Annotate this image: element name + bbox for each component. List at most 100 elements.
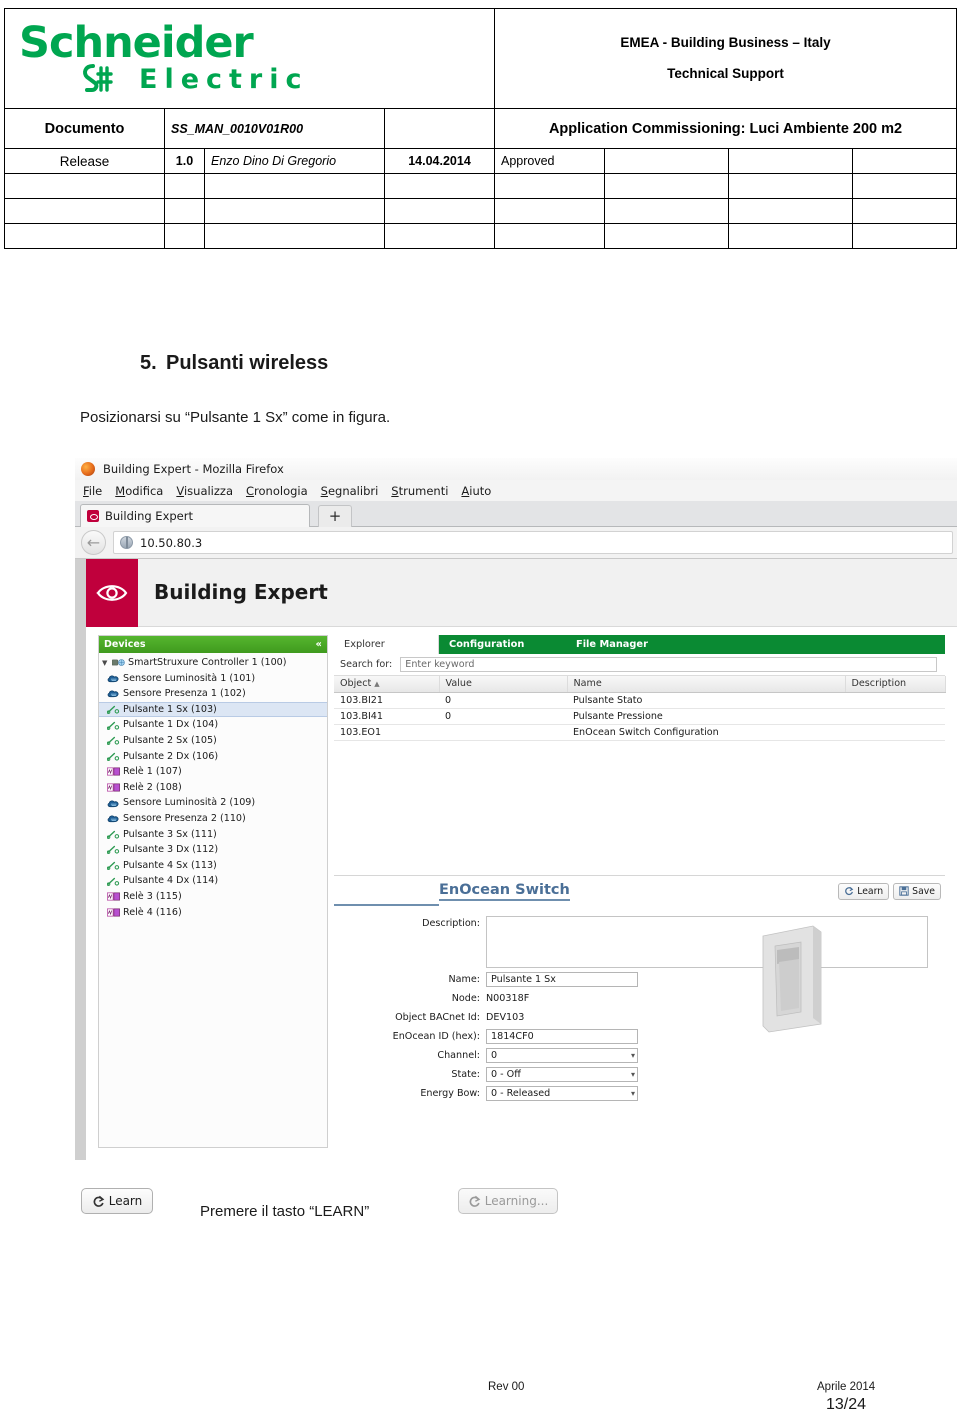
- switch-icon: [107, 830, 120, 839]
- form-row-energy-bow: Energy Bow: 0 - Released ▾: [334, 1085, 945, 1101]
- name-input[interactable]: Pulsante 1 Sx: [486, 971, 638, 987]
- enocean-title-row: EnOcean Switch Learn Save: [334, 882, 945, 908]
- header-blank-cell: [4, 223, 165, 249]
- address-bar-value: 10.50.80.3: [140, 535, 203, 550]
- tab-favicon-icon: [87, 510, 99, 522]
- menu-cronologia[interactable]: Cronologia: [246, 484, 308, 498]
- learning-button-callout: Learning...: [458, 1188, 558, 1214]
- menu-strumenti[interactable]: Strumenti: [391, 484, 448, 498]
- tree-item-label: Sensore Luminosità 2 (109): [123, 797, 256, 809]
- menu-segnalibri[interactable]: Segnalibri: [321, 484, 379, 498]
- firefox-menu-bar[interactable]: File Modifica Visualizza Cronologia Segn…: [75, 480, 957, 501]
- object-grid-row[interactable]: 103.EO1 EnOcean Switch Configuration: [334, 724, 945, 741]
- label-channel: Channel:: [437, 1049, 480, 1061]
- devices-tree-list: ▼ SmartStruxure Controller 1 (100) Sensore…: [99, 653, 327, 920]
- tree-item-label: Pulsante 4 Dx (114): [123, 875, 219, 887]
- tree-item-label: Relè 4 (116): [123, 906, 182, 918]
- cell-name: Pulsante Stato: [567, 692, 845, 709]
- menu-visualizza[interactable]: Visualizza: [176, 484, 233, 498]
- save-icon: [899, 886, 909, 896]
- channel-select[interactable]: 0 ▾: [486, 1047, 638, 1063]
- learn-button-callout[interactable]: Learn: [81, 1188, 153, 1214]
- tab-explorer[interactable]: Explorer: [334, 635, 439, 654]
- browser-tab-label: Building Expert: [105, 509, 193, 523]
- cell-object: 103.BI41: [334, 708, 439, 725]
- tree-item-9[interactable]: Relè 2 (108): [99, 780, 327, 796]
- header-blank-cell: [604, 223, 729, 249]
- tree-item-1[interactable]: ▼ SmartStruxure Controller 1 (100): [99, 655, 327, 671]
- tree-item-4[interactable]: Pulsante 1 Sx (103): [99, 701, 327, 718]
- tree-item-6[interactable]: Pulsante 2 Sx (105): [99, 733, 327, 749]
- tree-item-label: Relè 1 (107): [123, 766, 182, 778]
- new-tab-button[interactable]: +: [318, 505, 352, 527]
- object-grid-row[interactable]: 103.BI41 0 Pulsante Pressione: [334, 708, 945, 725]
- object-bacnet-id-value: DEV103: [486, 1011, 525, 1023]
- tree-item-12[interactable]: Pulsante 3 Sx (111): [99, 827, 327, 843]
- cell-value: [439, 724, 567, 741]
- form-row-enocean-id: EnOcean ID (hex): 1814CF0: [334, 1028, 945, 1044]
- description-textarea[interactable]: [486, 915, 928, 968]
- tree-item-3[interactable]: Sensore Presenza 1 (102): [99, 686, 327, 702]
- search-input[interactable]: Enter keyword: [400, 657, 937, 672]
- schneider-s-mark-icon: [83, 63, 113, 92]
- tree-item-label: Sensore Presenza 2 (110): [123, 812, 246, 824]
- section-heading: 5. Pulsanti wireless: [140, 352, 328, 375]
- footer-page-number: 13/24: [826, 1396, 867, 1413]
- column-header-object[interactable]: Object ▲: [334, 676, 440, 693]
- refresh-icon: [845, 886, 854, 896]
- enocean-action-buttons: Learn Save: [838, 882, 941, 900]
- node-value: N00318F: [486, 992, 530, 1004]
- logo-text-schneider: Schneider: [19, 17, 254, 68]
- sort-ascending-icon: ▲: [374, 680, 380, 689]
- tree-item-8[interactable]: Relè 1 (107): [99, 764, 327, 780]
- switch-icon: [107, 705, 120, 715]
- object-grid-body: 103.BI21 0 Pulsante Stato 103.BI41 0 Pulsante…: [334, 692, 945, 741]
- back-arrow-icon[interactable]: ←: [81, 530, 106, 555]
- column-header-description[interactable]: Description: [845, 676, 946, 693]
- address-bar[interactable]: 10.50.80.3: [113, 531, 953, 554]
- enocean-id-input[interactable]: 1814CF0: [486, 1028, 638, 1044]
- tree-item-2[interactable]: Sensore Luminosità 1 (101): [99, 671, 327, 687]
- tree-item-10[interactable]: Sensore Luminosità 2 (109): [99, 795, 327, 811]
- header-blank-cell: [604, 173, 729, 199]
- menu-modifica[interactable]: Modifica: [115, 484, 163, 498]
- section-number: 5.: [140, 352, 157, 374]
- tab-file-manager[interactable]: File Manager: [566, 635, 945, 654]
- tree-item-label: Relè 2 (108): [123, 781, 182, 793]
- label-state: State:: [451, 1068, 480, 1080]
- org-line-1: EMEA - Building Business – Italy: [620, 35, 831, 51]
- state-select[interactable]: 0 - Off ▾: [486, 1066, 638, 1082]
- browser-tab-building-expert[interactable]: Building Expert: [80, 504, 310, 527]
- tree-item-15[interactable]: Pulsante 4 Dx (114): [99, 873, 327, 889]
- tree-item-label: Relè 3 (115): [123, 890, 182, 902]
- object-grid-row[interactable]: 103.BI21 0 Pulsante Stato: [334, 692, 945, 709]
- column-header-value[interactable]: Value: [439, 676, 568, 693]
- tree-item-7[interactable]: Pulsante 2 Dx (106): [99, 749, 327, 765]
- learn-button[interactable]: Learn: [838, 882, 890, 900]
- label-name: Name:: [448, 973, 480, 985]
- label-release: Release: [4, 148, 165, 174]
- save-button[interactable]: Save: [893, 882, 941, 900]
- tree-item-14[interactable]: Pulsante 4 Sx (113): [99, 858, 327, 874]
- value-release-version: 1.0: [164, 148, 205, 174]
- energy-bow-select[interactable]: 0 - Released ▾: [486, 1085, 638, 1101]
- app-body: Devices « ▼ SmartStruxure Controller 1 (1…: [86, 635, 957, 1160]
- app-logo-box: [86, 559, 138, 627]
- menu-file[interactable]: File: [83, 484, 102, 498]
- header-blank-cell: [851, 173, 958, 199]
- tree-item-16[interactable]: Relè 3 (115): [99, 889, 327, 905]
- tree-item-13[interactable]: Pulsante 3 Dx (112): [99, 842, 327, 858]
- wall-switch-image: [762, 925, 822, 1032]
- tree-item-5[interactable]: Pulsante 1 Dx (104): [99, 717, 327, 733]
- value-date: 14.04.2014: [384, 148, 495, 174]
- tree-item-11[interactable]: Sensore Presenza 2 (110): [99, 811, 327, 827]
- tree-item-17[interactable]: Relè 4 (116): [99, 905, 327, 921]
- expand-arrow-icon[interactable]: ▼: [102, 659, 109, 667]
- column-header-name[interactable]: Name: [567, 676, 846, 693]
- collapse-panel-icon[interactable]: «: [316, 639, 322, 650]
- org-identity-cell: EMEA - Building Business – Italy Technic…: [493, 8, 958, 109]
- tab-configuration[interactable]: Configuration: [439, 635, 566, 654]
- header-blank-cell: [4, 173, 165, 199]
- menu-aiuto[interactable]: Aiuto: [461, 484, 491, 498]
- header-blank-cell: [728, 173, 853, 199]
